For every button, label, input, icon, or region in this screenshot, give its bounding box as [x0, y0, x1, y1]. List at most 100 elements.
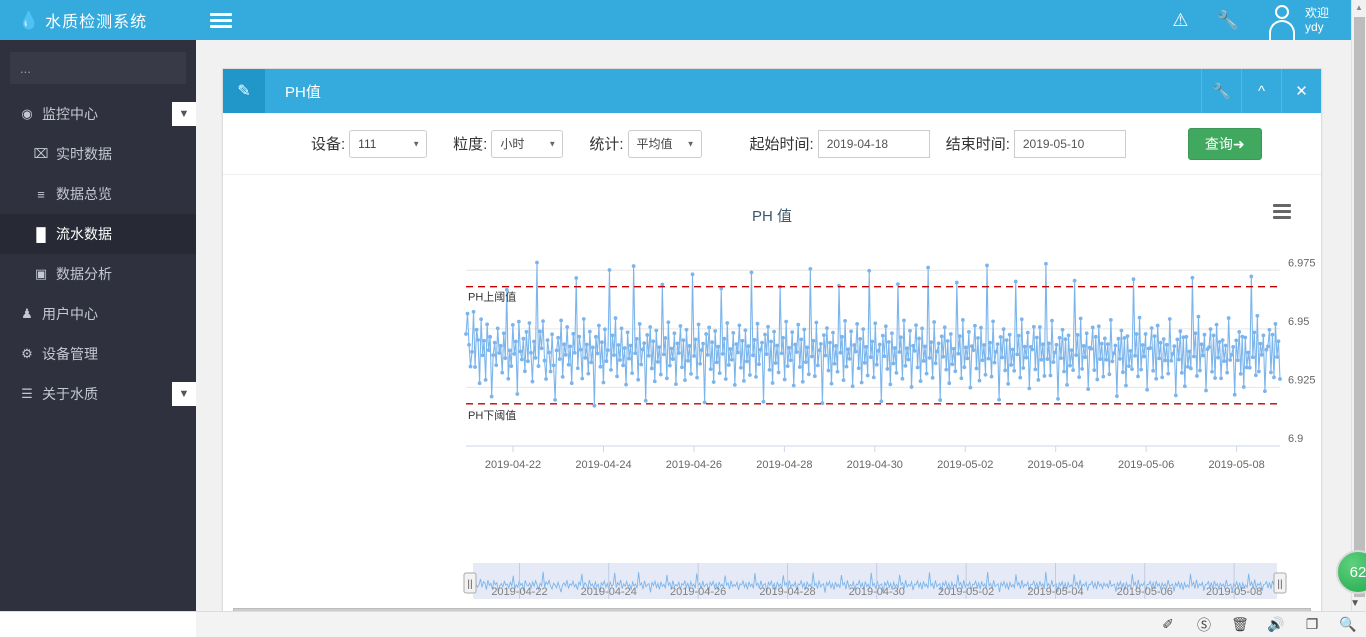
sidebar-item-6[interactable]: ⚙ 设备管理 [0, 334, 196, 374]
query-form: 设备: 111 ▼ 粒度: 小时 ▼ 统计: 平均值 ▼ 起始时间: 2019-… [223, 113, 1321, 175]
chevron-down-icon[interactable]: ▼ [172, 382, 196, 406]
panel-config-button[interactable]: 🔧 [1201, 69, 1241, 113]
sidebar-item-label: 数据总览 [56, 186, 112, 202]
user-menu[interactable]: 欢迎 ydy [1267, 4, 1329, 40]
sidebar-item-7[interactable]: ☰ 关于水质 ▼ [0, 374, 196, 414]
svg-text:6.9: 6.9 [1288, 433, 1303, 445]
window-icon[interactable]: ❐ [1294, 616, 1330, 633]
svg-text:PH下阈值: PH下阈值 [468, 408, 516, 422]
svg-text:||: || [467, 579, 472, 590]
welcome-username: ydy [1304, 20, 1324, 34]
end-date-input[interactable] [1013, 129, 1126, 158]
start-date-input[interactable] [817, 129, 930, 158]
svg-text:2019-04-22: 2019-04-22 [491, 586, 547, 598]
stat-field: 统计: 平均值 ▼ [589, 129, 702, 158]
svg-text:2019-05-06: 2019-05-06 [1117, 586, 1173, 598]
list-icon: ≡ [37, 186, 45, 202]
chart-menu-icon[interactable] [1273, 204, 1291, 219]
chevron-down-icon[interactable]: ▼ [1350, 598, 1360, 609]
bar-chart-icon: █ [36, 226, 46, 242]
svg-text:2019-04-28: 2019-04-28 [756, 459, 812, 471]
stat-select-value: 平均值 [636, 137, 673, 151]
panel-collapse-button[interactable]: ^ [1241, 69, 1281, 113]
chart-area-icon: ▣ [34, 266, 48, 281]
speaker-icon[interactable]: 🔊 [1258, 616, 1294, 633]
granularity-select-value: 小时 [500, 137, 525, 151]
ph-value-panel: ✎ PH值 🔧 ^ ✕ 设备: 111 ▼ 粒度: 小时 ▼ 统计: 平均值 ▼… [222, 68, 1322, 611]
start-time-label: 起始时间: [749, 136, 814, 153]
svg-text:2019-04-24: 2019-04-24 [575, 459, 631, 471]
chevron-down-icon: ▼ [548, 139, 557, 148]
device-field: 设备: 111 ▼ [311, 129, 428, 158]
book-icon: ☰ [21, 386, 33, 401]
sidebar-item-1[interactable]: ⌧ 实时数据 [0, 134, 196, 174]
panel-header: ✎ PH值 🔧 ^ ✕ [223, 69, 1321, 113]
svg-text:2019-05-08: 2019-05-08 [1206, 586, 1262, 598]
trash-icon[interactable]: 🗑 [1222, 616, 1258, 633]
sidebar-item-5[interactable]: ♟ 用户中心 [0, 294, 196, 334]
svg-text:2019-05-02: 2019-05-02 [937, 459, 993, 471]
warning-triangle-icon[interactable]: ⚠ [1172, 10, 1188, 31]
sidebar-item-4[interactable]: ▣ 数据分析 [0, 254, 196, 294]
svg-text:2019-05-06: 2019-05-06 [1118, 459, 1174, 471]
svg-text:2019-04-26: 2019-04-26 [670, 586, 726, 598]
edit-square-icon: ✎ [223, 69, 265, 113]
chevron-down-icon: ▼ [412, 139, 421, 148]
brand-logo[interactable]: 💧 水质检测系统 [0, 0, 196, 40]
stat-select[interactable]: 平均值 ▼ [627, 129, 702, 158]
svg-text:2019-04-26: 2019-04-26 [666, 459, 722, 471]
sidebar-item-label: 实时数据 [56, 146, 112, 162]
svg-text:6.975: 6.975 [1288, 257, 1316, 269]
svg-text:2019-05-04: 2019-05-04 [1027, 586, 1083, 598]
pin-off-icon[interactable]: ✐ [1150, 616, 1186, 633]
sidebar-item-3[interactable]: █ 流水数据 [0, 214, 196, 254]
start-time-field: 起始时间: [749, 129, 930, 158]
granularity-select[interactable]: 小时 ▼ [491, 129, 564, 158]
device-label: 设备: [311, 136, 346, 153]
end-time-label: 结束时间: [945, 136, 1010, 153]
sidebar-item-2[interactable]: ≡ 数据总览 [0, 174, 196, 214]
chevron-down-icon[interactable]: ▼ [172, 102, 196, 126]
search-input[interactable] [10, 52, 186, 84]
gears-icon: ⚙ [21, 346, 33, 361]
svg-text:2019-04-28: 2019-04-28 [759, 586, 815, 598]
query-button[interactable]: 查询➜ [1187, 127, 1262, 160]
svg-text:2019-04-24: 2019-04-24 [581, 586, 637, 598]
svg-text:2019-05-02: 2019-05-02 [938, 586, 994, 598]
scrollbar-thumb[interactable] [1354, 17, 1365, 597]
svg-text:6.925: 6.925 [1288, 374, 1316, 386]
app-root: 💧 水质检测系统 ◉ 监控中心 ▼ ⌧ 实时数据 ≡ 数据总览 █ 流水数据 ▣ 数据分析 ♟ 用户中心… [0, 0, 1366, 637]
svg-text:2019-04-30: 2019-04-30 [849, 586, 905, 598]
taskbar: ✐ Ⓢ 🗑 🔊 ❐ 🔍 [0, 611, 1366, 637]
svg-text:2019-04-22: 2019-04-22 [485, 459, 541, 471]
wrench-icon[interactable]: 🔧 [1217, 10, 1239, 31]
chart-container: PH 值 6.9 6.925 6.95 6.975 PH上阈值 PH下阈值 2019-04-… [223, 175, 1321, 611]
topbar: ⚠ 🔧 欢迎 ydy [196, 0, 1351, 40]
chart-plot[interactable]: 6.9 6.925 6.95 6.975 PH上阈值 PH下阈值 2019-04-22 201… [223, 231, 1321, 511]
hamburger-icon[interactable] [210, 12, 232, 28]
content-area: ✎ PH值 🔧 ^ ✕ 设备: 111 ▼ 粒度: 小时 ▼ 统计: 平均值 ▼… [196, 40, 1351, 611]
svg-text:6.95: 6.95 [1288, 316, 1309, 328]
page-scrollbar[interactable]: ▲ [1351, 0, 1366, 611]
scroll-up-arrow[interactable]: ▲ [1352, 0, 1366, 15]
device-select[interactable]: 111 ▼ [349, 129, 428, 158]
sidebar-nav: ◉ 监控中心 ▼ ⌧ 实时数据 ≡ 数据总览 █ 流水数据 ▣ 数据分析 ♟ 用户中心 ⚙ 设备管理 ☰ 关于水… [0, 94, 196, 414]
svg-text:PH上阈值: PH上阈值 [468, 290, 516, 304]
granularity-label: 粒度: [453, 136, 488, 153]
panel-close-button[interactable]: ✕ [1281, 69, 1321, 113]
welcome-greeting: 欢迎 [1304, 6, 1329, 20]
svg-text:2019-05-08: 2019-05-08 [1208, 459, 1264, 471]
svg-text:||: || [1277, 579, 1282, 590]
water-drop-icon: 💧 [18, 10, 40, 30]
welcome-text: 欢迎 ydy [1305, 6, 1329, 34]
chart-navigator[interactable]: 2019-04-22 2019-04-24 2019-04-26 2019-04-28… [223, 559, 1321, 605]
chevron-down-icon: ▼ [686, 139, 695, 148]
user-icon: ♟ [21, 306, 33, 321]
granularity-field: 粒度: 小时 ▼ [453, 129, 564, 158]
brand-title: 水质检测系统 [45, 14, 148, 31]
eye-icon: ◉ [21, 106, 33, 121]
sidebar-item-0[interactable]: ◉ 监控中心 ▼ [0, 94, 196, 134]
svg-text:2019-05-04: 2019-05-04 [1028, 459, 1084, 471]
search-icon[interactable]: 🔍 [1330, 616, 1366, 633]
compass-icon[interactable]: Ⓢ [1186, 615, 1222, 635]
